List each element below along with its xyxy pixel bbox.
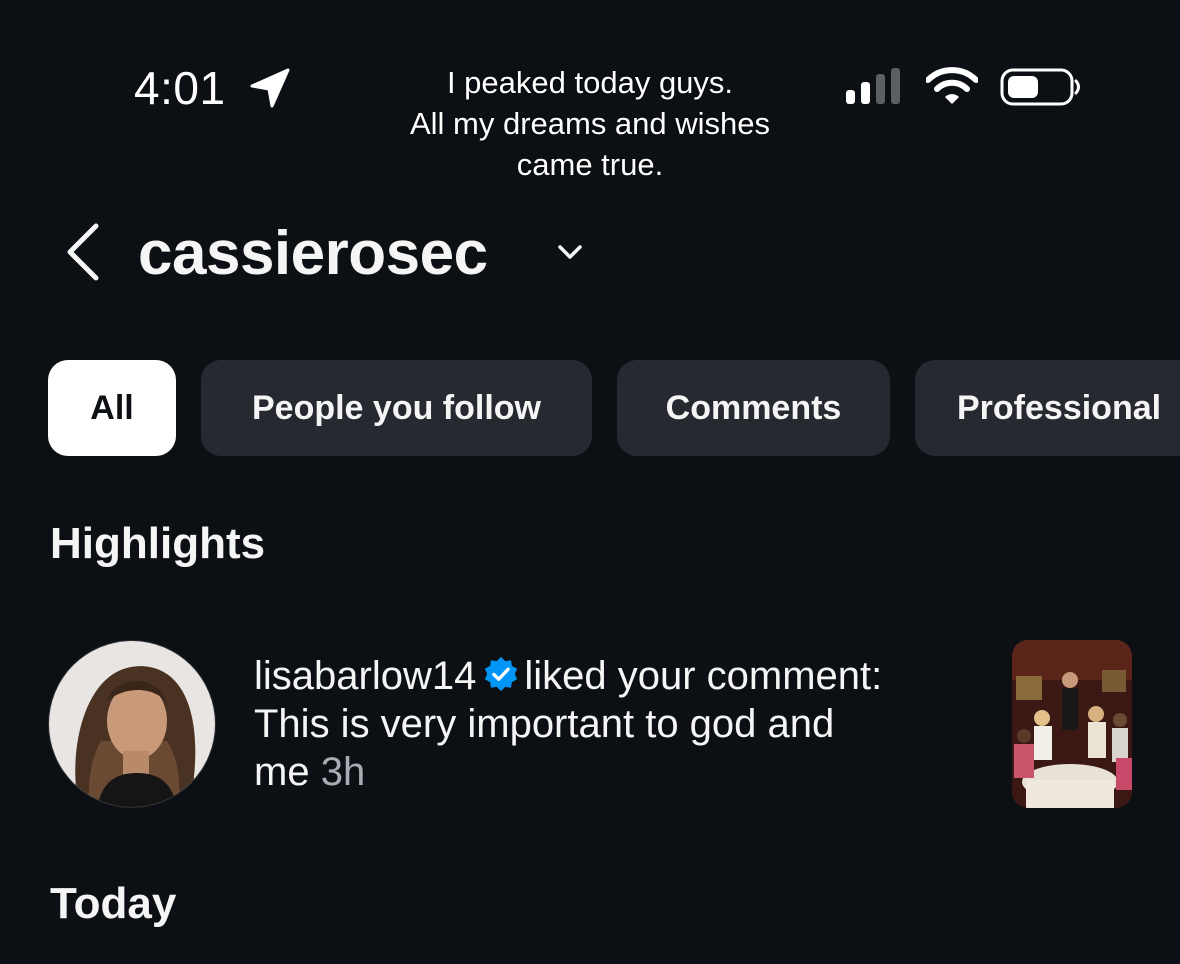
notification-comment-line: This is very important to god and	[254, 702, 835, 746]
post-thumbnail-image	[1012, 640, 1132, 808]
notification-comment-end: me	[254, 750, 310, 794]
avatar-image	[49, 641, 215, 807]
notification-action: liked your comment:	[524, 654, 883, 698]
notification-timestamp: 3h	[320, 750, 366, 794]
filter-chip-comments[interactable]: Comments	[617, 360, 890, 456]
filter-chip-all[interactable]: All	[48, 360, 176, 456]
post-thumbnail[interactable]	[1012, 640, 1132, 808]
caption-line: All my dreams and wishes	[409, 106, 771, 141]
status-time: 4:01	[134, 62, 226, 114]
wifi-icon	[926, 67, 978, 104]
filter-chip-people-you-follow[interactable]: People you follow	[201, 360, 592, 456]
chevron-left-icon[interactable]	[60, 220, 110, 284]
caption-line: came true.	[516, 147, 664, 182]
notification-text[interactable]: lisabarlow14 liked your comment: This is…	[254, 652, 974, 796]
filter-chip-professional[interactable]: Professional	[915, 360, 1180, 456]
account-username[interactable]: cassierosec	[138, 216, 488, 292]
section-title-highlights: Highlights	[50, 519, 266, 568]
caption-line: I peaked today guys.	[446, 65, 734, 100]
notification-line: lisabarlow14 liked your comment:	[254, 652, 974, 700]
cellular-signal-icon	[846, 68, 900, 104]
story-caption: I peaked today guys. All my dreams and w…	[380, 62, 800, 185]
avatar[interactable]	[48, 640, 216, 808]
battery-icon	[1000, 68, 1080, 106]
location-arrow-icon	[250, 68, 290, 108]
section-title-today: Today	[50, 879, 177, 928]
notification-username[interactable]: lisabarlow14	[254, 654, 476, 698]
chevron-down-icon[interactable]	[554, 236, 586, 268]
verified-badge-icon	[485, 656, 518, 692]
notification-comment-line-end: me 3h	[254, 748, 974, 796]
